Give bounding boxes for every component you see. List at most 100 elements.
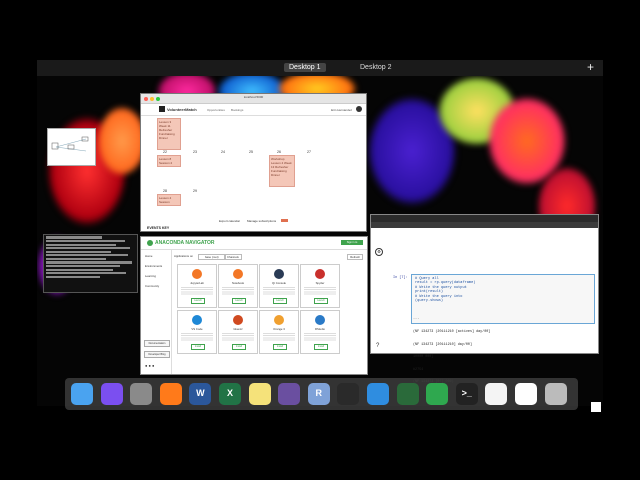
siri-icon[interactable] [100,383,123,405]
app-name: Glueviz [233,327,243,331]
app-card[interactable]: Spyder Launch [300,264,340,308]
trash-icon[interactable] [544,383,567,405]
app-action-button[interactable]: Launch [191,298,205,304]
app-name: Spyder [315,281,325,285]
output-line: 10000 000] [413,355,434,360]
app-description [304,333,336,341]
settings-gear-icon[interactable]: ⚙ [375,248,383,256]
user-name[interactable]: Erin Hernandez [331,108,352,112]
calendar-event[interactable]: Lesson 4 Session [157,194,181,206]
calendar-browser-window[interactable]: localhost:5000 VolunteerMatch Opportunit… [140,93,367,232]
app-action-button[interactable]: Launch [232,298,246,304]
sidebar-item-learning[interactable]: Learning [145,274,156,278]
environment-select[interactable]: base (root) [198,254,226,260]
dock: W X R >_ [65,378,578,410]
anaconda-navigator-window[interactable]: ANACONDA NAVIGATOR Sign in to Anaconda C… [140,236,368,375]
refresh-button[interactable]: Refresh [347,254,363,260]
documentation-button[interactable]: Documentation [144,340,170,347]
r-icon[interactable]: R [307,383,330,405]
app-icon [274,269,284,279]
app-action-button[interactable]: Install [232,344,246,350]
terminal-window[interactable] [43,234,138,293]
app-card[interactable]: VS Code Install [177,310,217,354]
navigator-icon[interactable] [396,383,419,405]
launchpad-icon[interactable] [130,383,153,405]
word-icon[interactable]: W [189,383,212,405]
text-document-icon[interactable] [515,383,537,405]
app-card[interactable]: JupyterLab Launch [177,264,217,308]
terminal-line [46,261,132,264]
sign-in-button[interactable]: Sign in to Anaconda Cloud [341,240,363,249]
terminal-line [46,268,113,271]
output-line: #2754 [413,367,424,372]
day-number: 23 [193,150,197,154]
app-icon [315,269,325,279]
social-icons[interactable]: ● ● ● [145,363,154,368]
nav-opportunities[interactable]: Opportunities [207,108,225,112]
calendar-event[interactable]: Lesson 8 Session 2 [157,155,181,167]
app-card[interactable]: RStudio Install [300,310,340,354]
day-number: 24 [221,150,225,154]
app-action-button[interactable]: Launch [314,298,328,304]
app-icon [274,315,284,325]
sync-icon[interactable] [426,383,449,405]
finder-icon[interactable] [71,383,93,405]
small-preview-window[interactable] [47,128,96,166]
app-name: VS Code [191,327,203,331]
help-icon[interactable]: ? [376,343,379,349]
day-number: 25 [249,150,253,154]
navigator-brand: ANACONDA NAVIGATOR [155,240,215,246]
dock-icon-glyph: W [196,388,205,398]
github-icon[interactable] [278,383,301,405]
app-action-button[interactable]: Install [191,344,205,350]
sidebar-item-community[interactable]: Community [145,284,159,288]
terminal-line [46,239,126,243]
notebook-body: ⚙ In [7]: # Query all result = rp.query(… [371,229,598,384]
developer-blog-button[interactable]: Developer Blog [144,351,170,358]
app-action-button[interactable]: Install [314,344,328,350]
app-action-button[interactable]: Install [273,344,287,350]
channels-button[interactable]: Channels [224,254,242,260]
terminal-line [46,275,100,278]
firefox-icon[interactable] [159,383,182,405]
anaconda-icon[interactable] [337,383,360,405]
app-icon [315,315,325,325]
anaconda-logo-icon [147,240,153,246]
calendar-event[interactable]: Workshop Lesson 4 Week 13 Refresher Fund… [269,155,295,187]
document-icon[interactable] [485,383,508,405]
terminal-line [46,257,107,261]
app-description [304,287,336,295]
app-description [222,287,254,295]
app-card[interactable]: Glueviz Install [218,310,258,354]
desktop-2-tab[interactable]: Desktop 2 [355,63,397,72]
safari-icon[interactable] [367,383,389,405]
notes-icon[interactable] [248,383,271,405]
dock-icon-glyph: >_ [461,388,472,398]
terminal-line [46,243,116,246]
terminal-icon[interactable]: >_ [455,383,478,405]
excel-icon[interactable]: X [219,383,241,405]
sidebar-item-environments[interactable]: Environments [145,264,162,268]
manage-subscriptions-link[interactable]: Manage subscriptions [247,219,276,223]
export-calendar-link[interactable]: Export calendar [219,219,240,223]
nav-bookings[interactable]: Bookings [231,108,243,112]
app-icon [233,315,243,325]
app-action-button[interactable]: Launch [273,298,287,304]
jupyter-browser-window[interactable]: ⚙ In [7]: # Query all result = rp.query(… [370,214,599,384]
add-desktop-button[interactable]: + [587,60,594,74]
app-card[interactable]: Orange 3 Install [259,310,299,354]
app-card[interactable]: Qt Console Launch [259,264,299,308]
app-card[interactable]: Notebook Launch [218,264,258,308]
calendar-event[interactable]: Lesson 3 Week 11 Refresher Fundraising D… [157,118,181,150]
avatar[interactable] [356,106,362,112]
day-number: 27 [307,150,311,154]
app-brand[interactable]: VolunteerMatch [167,107,197,112]
cell-prompt: In [7]: [393,276,408,280]
browser-tabbar [371,215,598,222]
app-description [181,333,213,341]
sidebar-item-home[interactable]: Home [145,254,152,258]
window-title: localhost:5000 [243,95,264,99]
desktop-1-tab[interactable]: Desktop 1 [284,63,326,72]
browser-urlbar[interactable] [371,222,598,228]
app-description [181,287,213,295]
